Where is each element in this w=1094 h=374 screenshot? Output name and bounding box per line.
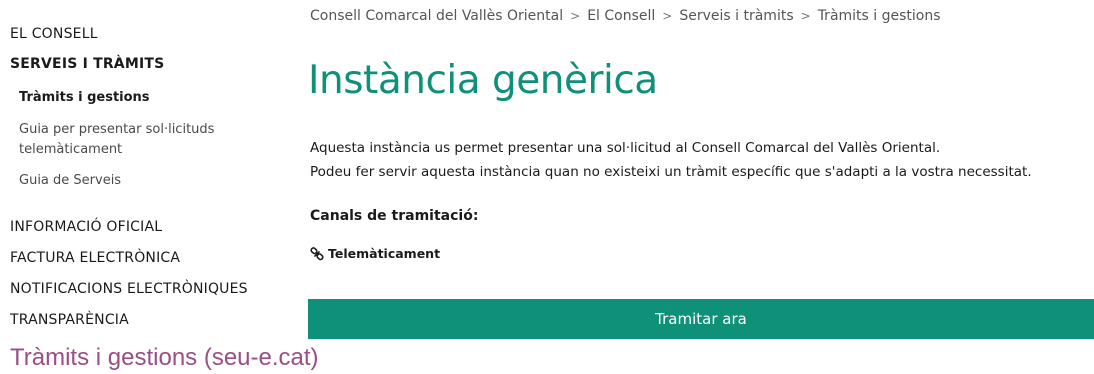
- caption: Tràmits i gestions (seu-e.cat): [10, 344, 319, 371]
- channel-link-telematicament[interactable]: Telemàticament: [310, 246, 440, 261]
- tramitar-ara-button[interactable]: Tramitar ara: [308, 299, 1094, 339]
- breadcrumb-item-tramits[interactable]: Tràmits i gestions: [818, 8, 941, 24]
- sidebar-item-transparencia[interactable]: TRANSPARÈNCIA: [10, 312, 129, 328]
- page-title: Instància genèrica: [308, 58, 658, 103]
- breadcrumb-separator: >: [800, 9, 811, 23]
- sidebar-item-notificacions[interactable]: NOTIFICACIONS ELECTRÒNIQUES: [10, 281, 248, 297]
- breadcrumb-separator: >: [662, 9, 673, 23]
- breadcrumb-item-serveis[interactable]: Serveis i tràmits: [679, 8, 793, 24]
- sidebar-item-el-consell[interactable]: EL CONSELL: [10, 26, 98, 42]
- channels-heading: Canals de tramitació:: [310, 208, 479, 224]
- sidebar-item-factura-electronica[interactable]: FACTURA ELECTRÒNICA: [10, 250, 180, 266]
- link-icon: [310, 246, 324, 261]
- breadcrumb: Consell Comarcal del Vallès Oriental > El …: [310, 8, 941, 24]
- channel-link-label: Telemàticament: [328, 246, 441, 261]
- page: EL CONSELL SERVEIS I TRÀMITS Tràmits i g…: [0, 0, 1094, 374]
- description-line-2: Podeu fer servir aquesta instància quan …: [310, 164, 1032, 180]
- description-line-1: Aquesta instància us permet presentar un…: [310, 140, 941, 156]
- sidebar-subitem-guia-sollicituds[interactable]: Guia per presentar sol·licituds: [19, 119, 214, 140]
- breadcrumb-item-consell-comarcal[interactable]: Consell Comarcal del Vallès Oriental: [310, 8, 563, 24]
- sidebar-item-informacio-oficial[interactable]: INFORMACIÓ OFICIAL: [10, 219, 162, 235]
- sidebar-subitem-guia-serveis[interactable]: Guia de Serveis: [19, 170, 121, 191]
- breadcrumb-item-el-consell[interactable]: El Consell: [587, 8, 655, 24]
- sidebar-subitem-guia-sollicituds-line2[interactable]: telemàticament: [19, 139, 122, 160]
- sidebar-subitem-tramits-i-gestions[interactable]: Tràmits i gestions: [19, 87, 150, 108]
- breadcrumb-separator: >: [570, 9, 581, 23]
- description: Aquesta instància us permet presentar un…: [310, 136, 1032, 184]
- sidebar-item-serveis-i-tramits[interactable]: SERVEIS I TRÀMITS: [10, 56, 164, 72]
